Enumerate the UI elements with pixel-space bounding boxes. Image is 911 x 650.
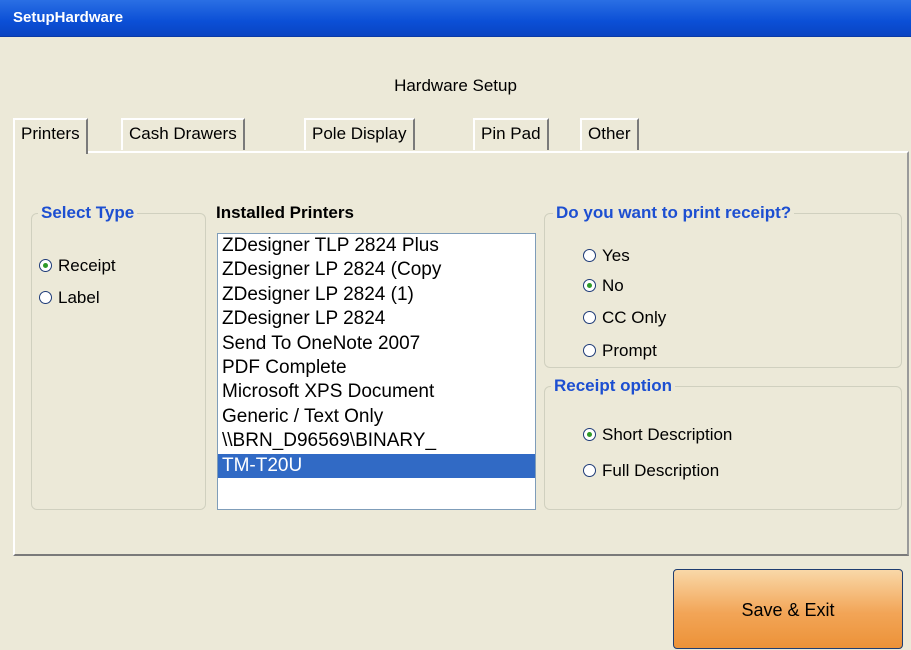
- tab-cash-drawers[interactable]: Cash Drawers: [121, 118, 245, 150]
- page-title: Hardware Setup: [394, 76, 517, 95]
- radio-checked-icon: [39, 259, 52, 272]
- tab-pin-pad[interactable]: Pin Pad: [473, 118, 549, 150]
- installed-printers-legend: Installed Printers: [216, 203, 354, 222]
- radio-yes-label: Yes: [602, 246, 630, 265]
- radio-prompt-label: Prompt: [602, 341, 657, 360]
- radio-unchecked-icon: [583, 311, 596, 324]
- radio-cc-only[interactable]: CC Only: [583, 308, 666, 328]
- radio-checked-icon: [583, 428, 596, 441]
- list-item[interactable]: ZDesigner TLP 2824 Plus: [218, 234, 535, 258]
- select-type-legend: Select Type: [41, 203, 135, 222]
- radio-short-description[interactable]: Short Description: [583, 425, 732, 445]
- radio-checked-icon: [583, 279, 596, 292]
- radio-unchecked-icon: [39, 291, 52, 304]
- list-item[interactable]: PDF Complete: [218, 356, 535, 380]
- list-item[interactable]: ZDesigner LP 2824: [218, 307, 535, 331]
- radio-no[interactable]: No: [583, 276, 624, 296]
- list-item[interactable]: \\BRN_D96569\BINARY_: [218, 429, 535, 453]
- radio-unchecked-icon: [583, 249, 596, 262]
- radio-prompt[interactable]: Prompt: [583, 341, 657, 361]
- print-receipt-legend: Do you want to print receipt?: [556, 203, 792, 222]
- save-exit-button[interactable]: Save & Exit: [673, 569, 903, 649]
- title-bar: SetupHardware: [0, 0, 911, 37]
- radio-receipt[interactable]: Receipt: [39, 256, 116, 276]
- radio-receipt-label: Receipt: [58, 256, 116, 275]
- radio-full-description-label: Full Description: [602, 461, 720, 480]
- list-item[interactable]: Send To OneNote 2007: [218, 332, 535, 356]
- radio-yes[interactable]: Yes: [583, 246, 630, 266]
- tab-printers[interactable]: Printers: [13, 118, 88, 154]
- select-type-group: Select Type: [31, 203, 206, 510]
- radio-label-label: Label: [58, 288, 100, 307]
- radio-full-description[interactable]: Full Description: [583, 461, 719, 481]
- radio-label[interactable]: Label: [39, 288, 100, 308]
- window-title: SetupHardware: [13, 9, 124, 26]
- list-item[interactable]: ZDesigner LP 2824 (1): [218, 283, 535, 307]
- radio-unchecked-icon: [583, 344, 596, 357]
- radio-no-label: No: [602, 276, 624, 295]
- radio-cc-only-label: CC Only: [602, 308, 667, 327]
- radio-short-description-label: Short Description: [602, 425, 733, 444]
- list-item[interactable]: ZDesigner LP 2824 (Copy: [218, 258, 535, 282]
- tab-other[interactable]: Other: [580, 118, 639, 150]
- installed-printers-list[interactable]: ZDesigner TLP 2824 Plus ZDesigner LP 282…: [217, 233, 536, 510]
- list-item[interactable]: Generic / Text Only: [218, 405, 535, 429]
- tab-pole-display[interactable]: Pole Display: [304, 118, 415, 150]
- receipt-option-legend: Receipt option: [554, 376, 673, 395]
- list-item[interactable]: Microsoft XPS Document: [218, 380, 535, 404]
- radio-unchecked-icon: [583, 464, 596, 477]
- list-item-selected[interactable]: TM-T20U: [218, 453, 535, 478]
